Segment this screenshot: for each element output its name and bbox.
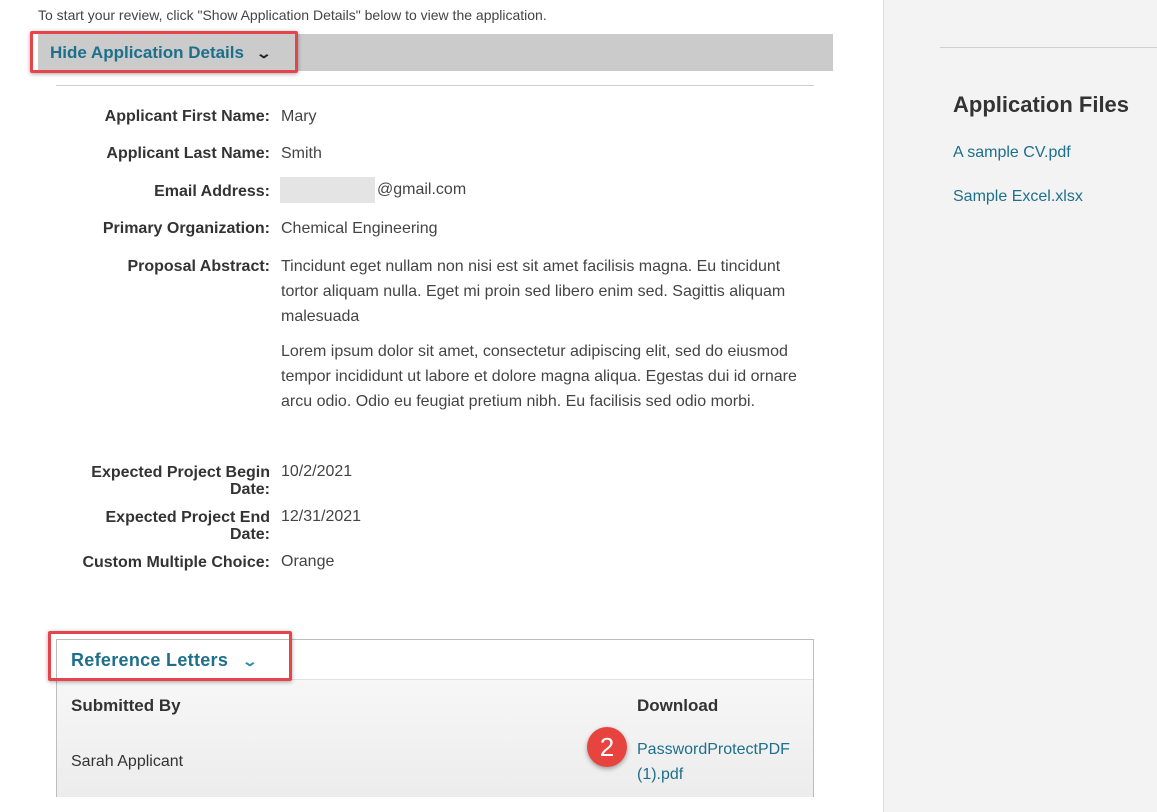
abstract-paragraph: Lorem ipsum dolor sit amet, consectetur … (281, 343, 797, 410)
application-files-title: Application Files (953, 92, 1130, 117)
email-value-row: @gmail.com (280, 177, 466, 203)
first-name-label: Applicant First Name: (104, 108, 270, 125)
organization-label: Primary Organization: (102, 220, 270, 237)
details-divider (56, 85, 814, 86)
abstract-paragraph: Tincidunt eget nullam non nisi est sit a… (281, 258, 786, 325)
organization-value: Chemical Engineering (281, 220, 438, 237)
end-date-label-line1: Expected Project End (105, 509, 271, 526)
download-link-line1: PasswordProtectPDF (637, 741, 790, 758)
download-link-line2: (1).pdf (637, 766, 684, 783)
intro-text: To start your review, click "Show Applic… (38, 7, 547, 23)
email-domain: @gmail.com (377, 181, 467, 199)
application-files-panel: Application Files A sample CV.pdf Sample… (883, 0, 1157, 812)
submitted-by-cell: Sarah Applicant (71, 753, 184, 770)
column-header-download: Download (637, 696, 719, 715)
panel-divider (940, 47, 1157, 48)
begin-date-value: 10/2/2021 (281, 463, 353, 480)
download-link-password-protect-pdf[interactable]: PasswordProtectPDF (1).pdf (637, 737, 807, 787)
abstract-label: Proposal Abstract: (127, 258, 270, 275)
custom-choice-value: Orange (281, 553, 335, 570)
details-toggle-highlight (30, 31, 298, 73)
email-label: Email Address: (154, 183, 270, 200)
redacted-email-mask (280, 177, 375, 203)
abstract-value: Tincidunt eget nullam non nisi est sit a… (281, 254, 821, 424)
end-date-value: 12/31/2021 (281, 508, 362, 525)
file-link-excel[interactable]: Sample Excel.xlsx (953, 188, 1083, 206)
end-date-label-line2: Date: (229, 526, 270, 543)
last-name-value: Smith (281, 145, 322, 162)
last-name-label: Applicant Last Name: (106, 145, 270, 162)
custom-choice-label: Custom Multiple Choice: (82, 554, 270, 571)
begin-date-label: Expected Project Begin Date: (10, 464, 270, 498)
step-number-badge: 2 (587, 727, 627, 767)
begin-date-label-line2: Date: (229, 481, 270, 498)
begin-date-label-line1: Expected Project Begin (91, 464, 270, 481)
reference-letters-table: Submitted By Download Sarah Applicant Pa… (57, 679, 813, 797)
column-header-submitted-by: Submitted By (71, 696, 181, 715)
reference-letters-highlight (48, 631, 292, 681)
file-link-cv[interactable]: A sample CV.pdf (953, 144, 1071, 162)
end-date-label: Expected Project End Date: (10, 509, 271, 543)
first-name-value: Mary (281, 108, 317, 125)
